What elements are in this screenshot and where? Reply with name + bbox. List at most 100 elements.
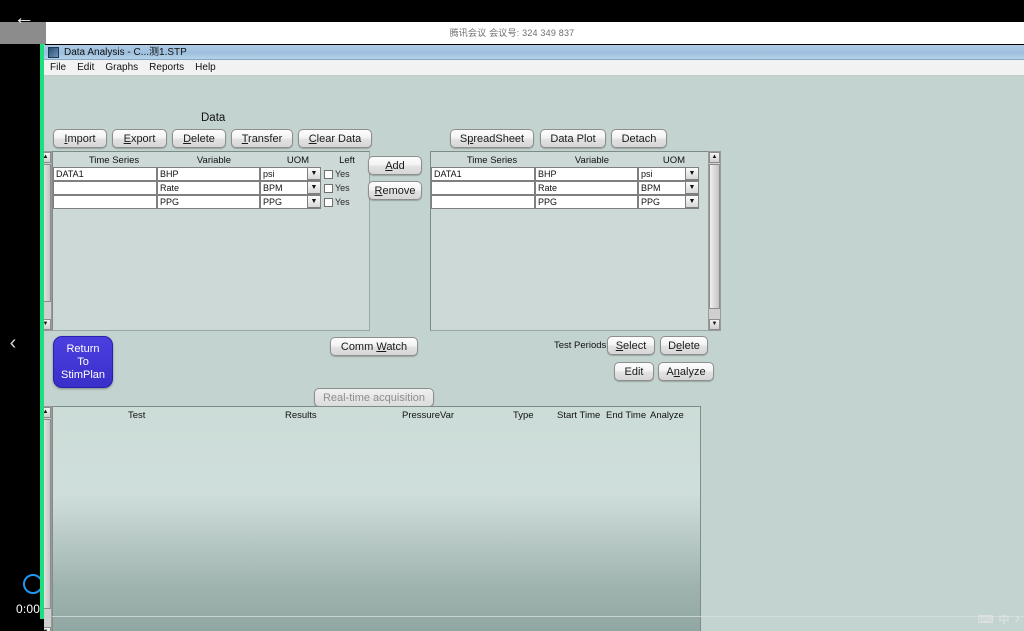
source-row-2[interactable]: Rate BPM ▼ Yes — [53, 181, 350, 195]
checkbox-icon[interactable] — [324, 198, 333, 207]
results-col-type: Type — [513, 410, 534, 421]
transfer-button[interactable]: Transfer — [231, 129, 293, 148]
cell-uom-dropdown[interactable]: BPM ▼ — [638, 181, 699, 195]
scroll-thumb[interactable] — [44, 419, 51, 609]
cell-variable[interactable]: BHP — [157, 167, 260, 181]
scroll-up-icon[interactable]: ▲ — [709, 152, 720, 163]
clear-data-button[interactable]: Clear Data — [298, 129, 372, 148]
data-plot-button[interactable]: Data Plot — [540, 129, 606, 148]
ime-mode-icon[interactable]: 中 — [999, 611, 1010, 627]
target-row-2[interactable]: Rate BPM ▼ — [431, 181, 699, 195]
comm-watch-button[interactable]: Comm Watch — [330, 337, 418, 356]
menu-file[interactable]: File — [50, 61, 66, 75]
cell-left-label: Yes — [335, 169, 350, 179]
app-icon — [48, 47, 59, 58]
chevron-down-icon[interactable]: ▼ — [685, 168, 698, 180]
select-button[interactable]: Select — [607, 336, 655, 355]
cell-uom-dropdown[interactable]: BPM ▼ — [260, 181, 321, 195]
menu-reports[interactable]: Reports — [149, 61, 184, 75]
source-row-1[interactable]: DATA1 BHP psi ▼ Yes — [53, 167, 350, 181]
results-col-analyze: Analyze — [650, 410, 684, 421]
system-tray: ⌨ 中 ♪ — [978, 611, 1020, 627]
delete-test-period-button[interactable]: Delete — [660, 336, 708, 355]
remove-button[interactable]: Remove — [368, 181, 422, 200]
add-button[interactable]: Add — [368, 156, 422, 175]
cell-left-label: Yes — [335, 197, 350, 207]
cell-uom-dropdown[interactable]: PPG ▼ — [260, 195, 321, 209]
checkbox-icon[interactable] — [324, 170, 333, 179]
return-to-stimplan-button[interactable]: Return To StimPlan — [53, 336, 113, 388]
export-button[interactable]: Export — [112, 129, 167, 148]
source-list-scrollbar[interactable]: ▲ ▼ — [44, 151, 52, 331]
cell-time-series[interactable] — [53, 181, 157, 195]
detach-button[interactable]: Detach — [611, 129, 667, 148]
cell-variable[interactable]: PPG — [535, 195, 638, 209]
target-col-time-series: Time Series — [442, 155, 542, 166]
scroll-thumb[interactable] — [709, 164, 720, 309]
cell-left-toggle[interactable]: Yes — [321, 167, 350, 181]
screen-root: ← 腾讯会议 会议号: 324 349 837 ‹ 0:00:15 Data A… — [0, 0, 1024, 631]
source-col-uom: UOM — [268, 155, 328, 166]
analyze-button[interactable]: Analyze — [658, 362, 714, 381]
scroll-down-icon[interactable]: ▼ — [44, 319, 51, 330]
scroll-up-icon[interactable]: ▲ — [44, 407, 51, 418]
return-line-3: StimPlan — [61, 369, 105, 382]
delete-button[interactable]: Delete — [172, 129, 226, 148]
results-scrollbar[interactable]: ▲ ▼ — [44, 406, 52, 631]
source-col-time-series: Time Series — [64, 155, 164, 166]
target-row-3[interactable]: PPG PPG ▼ — [431, 195, 699, 209]
cell-uom-dropdown[interactable]: psi ▼ — [260, 167, 321, 181]
chevron-down-icon[interactable]: ▼ — [307, 196, 320, 208]
checkbox-icon[interactable] — [324, 184, 333, 193]
results-col-end-time: End Time — [606, 410, 646, 421]
cell-left-toggle[interactable]: Yes — [321, 195, 350, 209]
chevron-down-icon[interactable]: ▼ — [685, 196, 698, 208]
source-col-left: Left — [328, 155, 366, 166]
window-titlebar[interactable]: Data Analysis - C...测1.STP — [44, 45, 1024, 60]
keyboard-icon[interactable]: ⌨ — [978, 613, 994, 626]
results-grid-panel — [52, 406, 701, 631]
menu-help[interactable]: Help — [195, 61, 216, 75]
target-list-scrollbar[interactable]: ▲ ▼ — [708, 151, 721, 331]
menu-edit[interactable]: Edit — [77, 61, 94, 75]
spreadsheet-button[interactable]: SpreadSheet — [450, 129, 534, 148]
cell-time-series[interactable]: DATA1 — [431, 167, 535, 181]
scroll-down-icon[interactable]: ▼ — [44, 627, 51, 631]
window-title: Data Analysis - C...测1.STP — [64, 46, 187, 59]
cell-uom-dropdown[interactable]: PPG ▼ — [638, 195, 699, 209]
scroll-up-icon[interactable]: ▲ — [44, 152, 51, 163]
cell-uom-dropdown[interactable]: psi ▼ — [638, 167, 699, 181]
cell-variable[interactable]: Rate — [157, 181, 260, 195]
return-line-1: Return — [66, 343, 99, 356]
cell-time-series[interactable]: DATA1 — [53, 167, 157, 181]
chevron-down-icon[interactable]: ▼ — [307, 182, 320, 194]
cell-variable[interactable]: PPG — [157, 195, 260, 209]
cell-left-toggle[interactable]: Yes — [321, 181, 350, 195]
target-row-1[interactable]: DATA1 BHP psi ▼ — [431, 167, 699, 181]
source-row-3[interactable]: PPG PPG ▼ Yes — [53, 195, 350, 209]
chevron-left-icon[interactable]: ‹ — [4, 330, 22, 356]
results-divider — [52, 616, 1024, 617]
scroll-thumb[interactable] — [44, 164, 51, 302]
cell-time-series[interactable] — [53, 195, 157, 209]
return-line-2: To — [77, 356, 89, 369]
results-col-start-time: Start Time — [557, 410, 600, 421]
results-col-pressurevar: PressureVar — [402, 410, 454, 421]
cell-variable[interactable]: BHP — [535, 167, 638, 181]
cell-time-series[interactable] — [431, 181, 535, 195]
realtime-acquisition-button[interactable]: Real-time acquisition — [314, 388, 434, 407]
meeting-id-label: 腾讯会议 会议号: 324 349 837 — [0, 22, 1024, 44]
edit-button[interactable]: Edit — [614, 362, 654, 381]
import-button[interactable]: Import — [53, 129, 107, 148]
cell-time-series[interactable] — [431, 195, 535, 209]
target-col-uom: UOM — [644, 155, 704, 166]
chevron-down-icon[interactable]: ▼ — [685, 182, 698, 194]
cell-variable[interactable]: Rate — [535, 181, 638, 195]
results-col-test: Test — [128, 410, 145, 421]
sound-icon[interactable]: ♪ — [1015, 613, 1021, 625]
chevron-down-icon[interactable]: ▼ — [307, 168, 320, 180]
source-col-variable: Variable — [164, 155, 264, 166]
scroll-down-icon[interactable]: ▼ — [709, 319, 720, 330]
menu-graphs[interactable]: Graphs — [105, 61, 138, 75]
results-col-results: Results — [285, 410, 317, 421]
